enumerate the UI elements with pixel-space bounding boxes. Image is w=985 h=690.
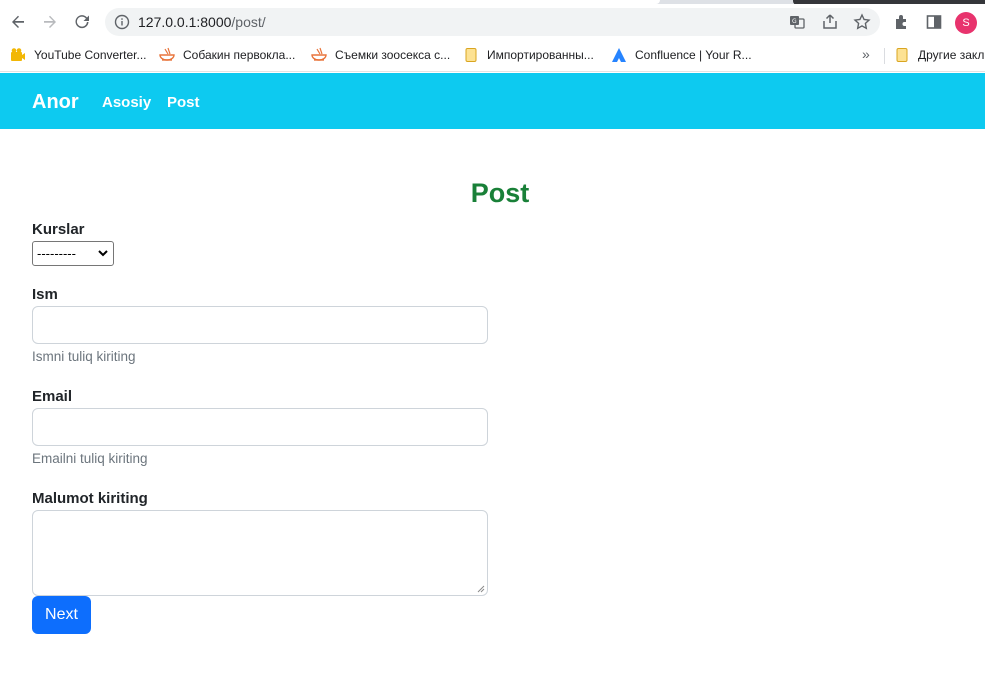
other-bookmarks-folder[interactable]: Другие закл: [894, 47, 984, 63]
malumot-label: Malumot kiriting: [32, 490, 148, 507]
nav-link-post[interactable]: Post: [167, 94, 200, 111]
forward-arrow-icon: [44, 15, 56, 28]
kurslar-selected-value: ---------: [37, 246, 76, 261]
bookmarks-divider: [884, 48, 885, 64]
bookmark-item[interactable]: Съемки зоосекса с...: [311, 47, 450, 63]
site-navbar: Anor Asosiy Post: [0, 73, 985, 129]
confluence-icon: [612, 48, 626, 62]
back-arrow-icon: [12, 15, 24, 28]
bookmark-item[interactable]: Собакин первокла...: [159, 47, 295, 63]
ism-input[interactable]: [32, 306, 488, 344]
share-icon[interactable]: [821, 13, 839, 31]
bowl-icon: [311, 47, 327, 61]
malumot-textarea[interactable]: [32, 510, 488, 596]
url-path: /post/: [231, 14, 266, 30]
kurslar-label: Kurslar: [32, 221, 85, 238]
bowl-icon: [159, 47, 175, 61]
extensions-puzzle-icon[interactable]: [893, 13, 911, 31]
bookmark-label: Импортированны...: [487, 48, 594, 62]
reload-icon: [75, 15, 89, 29]
browser-toolbar: 127.0.0.1:8000/post/ G S: [0, 4, 985, 40]
reload-button[interactable]: [70, 10, 94, 34]
back-button[interactable]: [6, 10, 30, 34]
page-title: Post: [470, 178, 530, 208]
profile-avatar[interactable]: S: [955, 12, 977, 34]
bookmark-item[interactable]: Импортированны...: [463, 47, 594, 63]
ism-label: Ism: [32, 286, 58, 303]
bookmark-label: Съемки зоосекса с...: [335, 48, 451, 62]
svg-text:G: G: [792, 18, 797, 25]
ism-help-text: Ismni tuliq kiriting: [32, 349, 136, 364]
forward-button[interactable]: [38, 10, 62, 34]
nav-link-asosiy[interactable]: Asosiy: [102, 94, 151, 111]
kurslar-select[interactable]: ---------: [32, 241, 114, 266]
side-panel-icon[interactable]: [925, 13, 943, 31]
resize-grip-icon[interactable]: [477, 585, 485, 593]
email-label: Email: [32, 388, 73, 405]
site-info-icon[interactable]: [114, 14, 130, 30]
next-button[interactable]: Next: [32, 596, 91, 634]
bookmark-label: YouTube Converter...: [34, 48, 147, 62]
url-text[interactable]: 127.0.0.1:8000/post/: [138, 14, 266, 30]
url-host: 127.0.0.1:8000: [138, 14, 232, 30]
email-help-text: Emailni tuliq kiriting: [32, 451, 148, 466]
chevron-down-icon: [98, 250, 108, 257]
brand-logo-link[interactable]: Anor: [32, 91, 79, 114]
folder-icon: [465, 48, 477, 62]
more-bookmarks-button[interactable]: »: [862, 46, 870, 62]
translate-icon[interactable]: G: [788, 13, 806, 31]
email-input[interactable]: [32, 408, 488, 446]
bookmark-label: Собакин первокла...: [183, 48, 296, 62]
bookmark-label: Другие закл: [918, 48, 985, 62]
bookmark-label: Confluence | Your R...: [635, 48, 752, 62]
bookmark-item[interactable]: YouTube Converter...: [10, 47, 147, 63]
bookmarks-bar: YouTube Converter... Собакин первокла...…: [0, 40, 985, 72]
bookmark-star-icon[interactable]: [853, 13, 871, 31]
address-bar[interactable]: 127.0.0.1:8000/post/ G: [105, 8, 880, 36]
folder-icon: [896, 48, 908, 62]
youtube-converter-icon: [11, 48, 25, 61]
bookmark-item[interactable]: Confluence | Your R...: [611, 47, 752, 63]
